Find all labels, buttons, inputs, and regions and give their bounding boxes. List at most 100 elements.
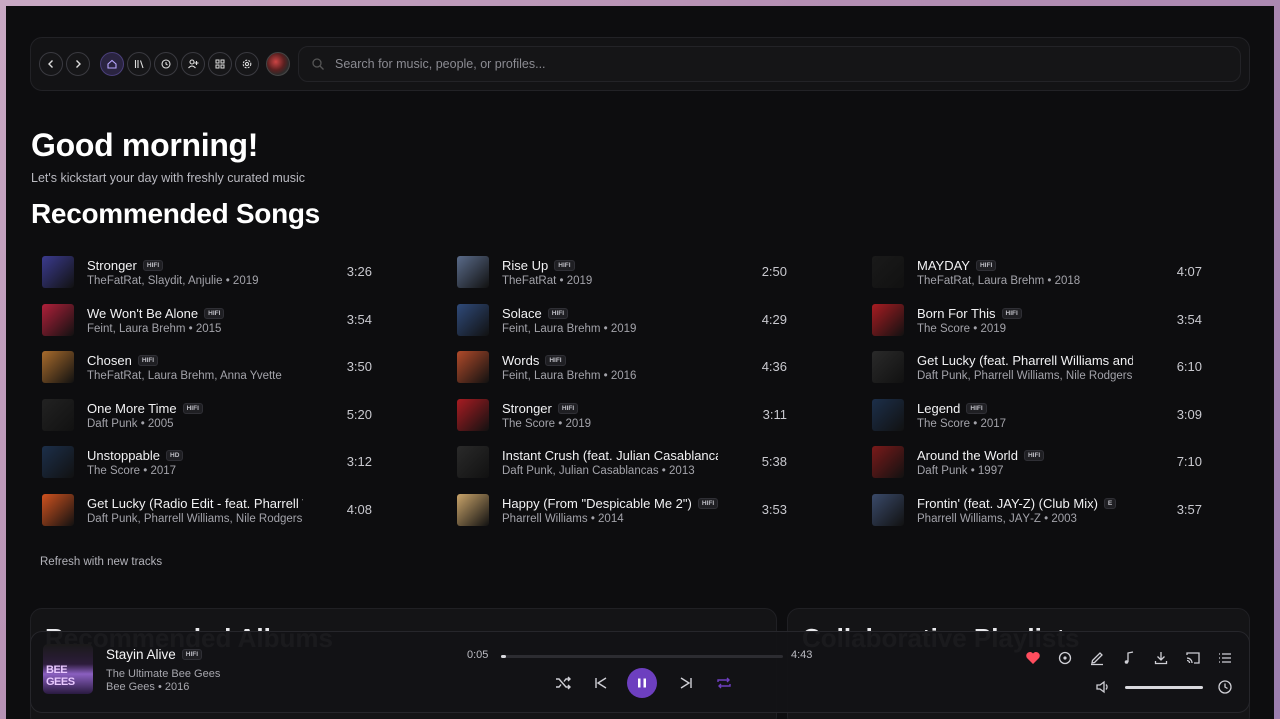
- repeat-button[interactable]: [712, 671, 736, 695]
- song-title[interactable]: Get Lucky (feat. Pharrell Williams and N…: [917, 353, 1133, 368]
- song-cover[interactable]: [42, 399, 74, 431]
- download-button[interactable]: [1151, 648, 1171, 668]
- volume-slider[interactable]: [1125, 686, 1203, 689]
- song-row[interactable]: Solace HIFI Feint, Laura Brehm • 2019 4:29: [457, 300, 787, 340]
- history-button[interactable]: [154, 52, 178, 76]
- song-row[interactable]: Happy (From "Despicable Me 2") HIFI Pharre…: [457, 490, 787, 530]
- song-meta[interactable]: Daft Punk, Pharrell Williams, Nile Rodge…: [917, 370, 1133, 382]
- progress-bar[interactable]: [501, 655, 783, 658]
- song-cover[interactable]: [872, 256, 904, 288]
- previous-button[interactable]: [589, 671, 613, 695]
- song-title[interactable]: Instant Crush (feat. Julian Casablancas): [502, 448, 718, 463]
- library-button[interactable]: [127, 52, 151, 76]
- song-title[interactable]: MAYDAY: [917, 258, 970, 273]
- song-meta[interactable]: The Score • 2017: [87, 465, 303, 477]
- song-meta[interactable]: Feint, Laura Brehm • 2015: [87, 323, 303, 335]
- song-meta[interactable]: TheFatRat, Laura Brehm • 2018: [917, 275, 1133, 287]
- now-playing-cover[interactable]: BEE GEES: [43, 644, 93, 694]
- song-row[interactable]: One More Time HIFI Daft Punk • 2005 5:20: [42, 395, 372, 435]
- now-playing-album[interactable]: The Ultimate Bee Gees: [106, 668, 220, 680]
- cast-button[interactable]: [1183, 648, 1203, 668]
- song-row[interactable]: Legend HIFI The Score • 2017 3:09: [872, 395, 1202, 435]
- song-row[interactable]: Instant Crush (feat. Julian Casablancas)…: [457, 442, 787, 482]
- lyrics-button[interactable]: [1119, 648, 1139, 668]
- song-row[interactable]: Chosen HIFI TheFatRat, Laura Brehm, Anna Y…: [42, 347, 372, 387]
- song-row[interactable]: Get Lucky (feat. Pharrell Williams and N…: [872, 347, 1202, 387]
- song-row[interactable]: We Won't Be Alone HIFI Feint, Laura Brehm …: [42, 300, 372, 340]
- forward-button[interactable]: [66, 52, 90, 76]
- song-row[interactable]: Around the World HIFI Daft Punk • 1997 7:10: [872, 442, 1202, 482]
- now-playing-title[interactable]: Stayin Alive: [106, 647, 176, 662]
- song-title[interactable]: Unstoppable: [87, 448, 160, 463]
- back-button[interactable]: [39, 52, 63, 76]
- now-playing-artist[interactable]: Bee Gees • 2016: [106, 681, 189, 693]
- song-meta[interactable]: The Score • 2019: [502, 418, 718, 430]
- song-title[interactable]: Around the World: [917, 448, 1018, 463]
- song-meta[interactable]: TheFatRat, Slaydit, Anjulie • 2019: [87, 275, 303, 287]
- radio-button[interactable]: [1055, 648, 1075, 668]
- edit-button[interactable]: [1087, 648, 1107, 668]
- song-meta[interactable]: Feint, Laura Brehm • 2016: [502, 370, 718, 382]
- song-cover[interactable]: [457, 494, 489, 526]
- next-button[interactable]: [674, 671, 698, 695]
- song-title[interactable]: Chosen: [87, 353, 132, 368]
- song-cover[interactable]: [457, 304, 489, 336]
- song-meta[interactable]: Daft Punk • 2005: [87, 418, 303, 430]
- song-row[interactable]: Rise Up HIFI TheFatRat • 2019 2:50: [457, 252, 787, 292]
- queue-button[interactable]: [1215, 648, 1235, 668]
- song-cover[interactable]: [42, 446, 74, 478]
- song-row[interactable]: Born For This HIFI The Score • 2019 3:54: [872, 300, 1202, 340]
- song-cover[interactable]: [42, 351, 74, 383]
- shuffle-button[interactable]: [551, 671, 575, 695]
- apps-button[interactable]: [208, 52, 232, 76]
- song-meta[interactable]: Pharrell Williams, JAŸ-Z • 2003: [917, 513, 1133, 525]
- song-cover[interactable]: [872, 494, 904, 526]
- song-title[interactable]: We Won't Be Alone: [87, 306, 198, 321]
- song-cover[interactable]: [457, 256, 489, 288]
- song-cover[interactable]: [457, 446, 489, 478]
- song-meta[interactable]: Daft Punk, Pharrell Williams, Nile Rodge…: [87, 513, 303, 525]
- song-title[interactable]: Stronger: [87, 258, 137, 273]
- song-title[interactable]: Legend: [917, 401, 960, 416]
- song-meta[interactable]: TheFatRat • 2019: [502, 275, 718, 287]
- song-meta[interactable]: TheFatRat, Laura Brehm, Anna Yvette: [87, 370, 303, 382]
- song-cover[interactable]: [872, 399, 904, 431]
- song-cover[interactable]: [42, 494, 74, 526]
- song-title[interactable]: Frontin' (feat. JAY-Z) (Club Mix): [917, 496, 1098, 511]
- sleep-timer-button[interactable]: [1215, 677, 1235, 697]
- avatar[interactable]: [266, 52, 290, 76]
- refresh-button[interactable]: Refresh with new tracks: [40, 556, 162, 568]
- song-meta[interactable]: The Score • 2017: [917, 418, 1133, 430]
- song-row[interactable]: Frontin' (feat. JAY-Z) (Club Mix) E Pharre…: [872, 490, 1202, 530]
- song-title[interactable]: One More Time: [87, 401, 177, 416]
- song-row[interactable]: Stronger HIFI The Score • 2019 3:11: [457, 395, 787, 435]
- song-title[interactable]: Stronger: [502, 401, 552, 416]
- song-row[interactable]: Get Lucky (Radio Edit - feat. Pharrell W…: [42, 490, 372, 530]
- song-title[interactable]: Solace: [502, 306, 542, 321]
- pause-button[interactable]: [627, 668, 657, 698]
- song-cover[interactable]: [872, 304, 904, 336]
- song-meta[interactable]: The Score • 2019: [917, 323, 1133, 335]
- song-cover[interactable]: [457, 399, 489, 431]
- song-title[interactable]: Rise Up: [502, 258, 548, 273]
- like-button[interactable]: [1023, 648, 1043, 668]
- home-button[interactable]: [100, 52, 124, 76]
- song-cover[interactable]: [457, 351, 489, 383]
- song-title[interactable]: Get Lucky (Radio Edit - feat. Pharrell W…: [87, 496, 303, 511]
- settings-button[interactable]: [235, 52, 259, 76]
- song-meta[interactable]: Daft Punk • 1997: [917, 465, 1133, 477]
- song-row[interactable]: MAYDAY HIFI TheFatRat, Laura Brehm • 2018 4…: [872, 252, 1202, 292]
- song-title[interactable]: Happy (From "Despicable Me 2"): [502, 496, 692, 511]
- song-title[interactable]: Born For This: [917, 306, 996, 321]
- song-meta[interactable]: Pharrell Williams • 2014: [502, 513, 718, 525]
- song-row[interactable]: Stronger HIFI TheFatRat, Slaydit, Anjulie …: [42, 252, 372, 292]
- song-title[interactable]: Words: [502, 353, 539, 368]
- song-cover[interactable]: [42, 256, 74, 288]
- song-meta[interactable]: Feint, Laura Brehm • 2019: [502, 323, 718, 335]
- add-friend-button[interactable]: [181, 52, 205, 76]
- song-cover[interactable]: [42, 304, 74, 336]
- song-row[interactable]: Words HIFI Feint, Laura Brehm • 2016 4:36: [457, 347, 787, 387]
- song-row[interactable]: Unstoppable HD The Score • 2017 3:12: [42, 442, 372, 482]
- song-cover[interactable]: [872, 351, 904, 383]
- song-cover[interactable]: [872, 446, 904, 478]
